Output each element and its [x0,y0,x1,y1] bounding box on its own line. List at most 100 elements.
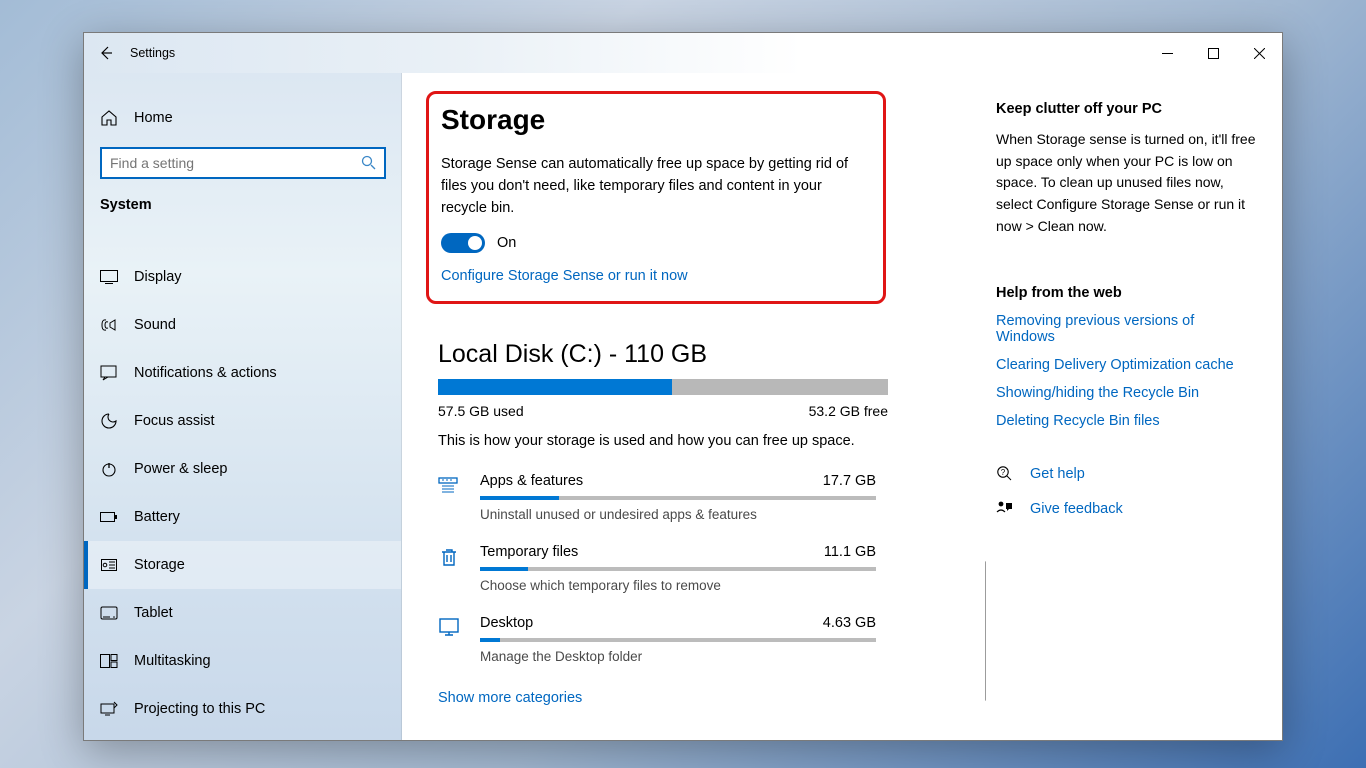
disk-free-text: 53.2 GB free [809,403,888,419]
nav-icon [100,270,118,284]
nav-icon [100,365,118,381]
storage-category-temporary-files[interactable]: Temporary files 11.1 GB Choose which tempo… [438,538,966,609]
window-title: Settings [130,46,175,60]
nav-icon [100,606,118,620]
search-icon [361,155,376,170]
highlighted-region: Storage Storage Sense can automatically … [426,91,886,304]
close-icon [1254,48,1265,59]
page-title: Storage [441,104,873,136]
configure-storage-sense-link[interactable]: Configure Storage Sense or run it now [441,268,688,284]
titlebar: Settings [84,33,1282,73]
get-help-row[interactable]: ? Get help [996,465,1256,482]
get-help-icon: ? [996,465,1014,482]
nav-label: Multitasking [134,653,211,669]
sidebar-section-label: System [84,185,401,221]
sidebar-item-storage[interactable]: Storage [84,541,401,589]
nav-icon [100,317,118,333]
usage-hint: This is how your storage is used and how… [438,433,966,449]
search-input[interactable] [110,155,361,171]
help-links-list: Removing previous versions of Windows Cle… [996,313,1256,429]
get-help-link[interactable]: Get help [1030,466,1085,482]
back-button[interactable] [84,33,128,73]
storage-category-desktop[interactable]: Desktop 4.63 GB Manage the Desktop folder [438,609,966,680]
minimize-icon [1162,48,1173,59]
category-name: Temporary files [480,544,578,560]
feedback-icon [996,500,1014,517]
main-pane: Storage Storage Sense can automatically … [402,73,986,740]
category-icon [438,473,460,495]
nav-label: Sound [134,317,176,333]
scrollbar-thumb[interactable] [985,561,986,701]
sidebar-nav: Display Sound Notifications & actions Focus… [84,253,401,740]
disk-usage-bar [438,379,888,395]
category-subtitle: Uninstall unused or undesired apps & fea… [480,507,966,522]
maximize-icon [1208,48,1219,59]
sidebar-home[interactable]: Home [84,99,401,138]
help-link[interactable]: Deleting Recycle Bin files [996,413,1256,429]
category-bar [480,638,876,642]
category-bar [480,567,876,571]
sidebar-item-shared-experiences[interactable]: Shared experiences [84,733,401,740]
right-pane: Keep clutter off your PC When Storage se… [986,73,1282,740]
arrow-left-icon [98,45,114,61]
show-more-categories-link[interactable]: Show more categories [438,690,582,706]
toggle-state-label: On [497,235,516,251]
nav-icon [100,412,118,430]
nav-label: Focus assist [134,413,215,429]
tip-title: Keep clutter off your PC [996,101,1256,117]
nav-icon [100,460,118,478]
svg-text:?: ? [1001,468,1006,477]
help-link[interactable]: Showing/hiding the Recycle Bin [996,385,1256,401]
category-size: 11.1 GB [824,544,876,560]
sidebar-item-power-sleep[interactable]: Power & sleep [84,445,401,493]
content-area: Storage Storage Sense can automatically … [402,73,1282,740]
disk-used-text: 57.5 GB used [438,403,524,419]
home-icon [100,109,118,127]
category-icon [438,544,460,568]
nav-label: Battery [134,509,180,525]
sidebar-item-display[interactable]: Display [84,253,401,301]
settings-window: Settings Home Sys [83,32,1283,741]
nav-icon [100,557,118,573]
disk-title: Local Disk (C:) - 110 GB [438,340,966,369]
nav-icon [100,701,118,716]
search-input-wrap[interactable] [100,147,386,179]
sidebar-item-projecting-to-this-pc[interactable]: Projecting to this PC [84,685,401,733]
nav-label: Projecting to this PC [134,701,265,717]
category-size: 4.63 GB [823,615,876,631]
sidebar-item-notifications-actions[interactable]: Notifications & actions [84,349,401,397]
nav-label: Power & sleep [134,461,228,477]
minimize-button[interactable] [1144,33,1190,73]
nav-label: Display [134,269,182,285]
category-subtitle: Choose which temporary files to remove [480,578,966,593]
category-subtitle: Manage the Desktop folder [480,649,966,664]
help-link[interactable]: Clearing Delivery Optimization cache [996,357,1256,373]
give-feedback-row[interactable]: Give feedback [996,500,1256,517]
sidebar-home-label: Home [134,110,173,126]
sidebar-item-sound[interactable]: Sound [84,301,401,349]
sidebar-item-tablet[interactable]: Tablet [84,589,401,637]
storage-sense-toggle[interactable] [441,233,485,253]
category-icon [438,615,460,637]
nav-label: Storage [134,557,185,573]
nav-icon [100,511,118,523]
category-name: Desktop [480,615,533,631]
sidebar-item-battery[interactable]: Battery [84,493,401,541]
storage-category-apps-features[interactable]: Apps & features 17.7 GB Uninstall unused o… [438,467,966,538]
category-name: Apps & features [480,473,583,489]
nav-label: Notifications & actions [134,365,277,381]
nav-label: Tablet [134,605,173,621]
help-link[interactable]: Removing previous versions of Windows [996,313,1256,345]
give-feedback-link[interactable]: Give feedback [1030,501,1123,517]
sidebar-item-multitasking[interactable]: Multitasking [84,637,401,685]
disk-usage-fill [438,379,672,395]
nav-icon [100,654,118,668]
sidebar: Home System Display Sound Notifications & … [84,73,402,740]
close-button[interactable] [1236,33,1282,73]
category-size: 17.7 GB [823,473,876,489]
sidebar-item-focus-assist[interactable]: Focus assist [84,397,401,445]
maximize-button[interactable] [1190,33,1236,73]
more-storage-settings-heading: More storage settings [438,739,966,740]
help-from-web-title: Help from the web [996,285,1256,301]
tip-body: When Storage sense is turned on, it'll f… [996,129,1256,237]
